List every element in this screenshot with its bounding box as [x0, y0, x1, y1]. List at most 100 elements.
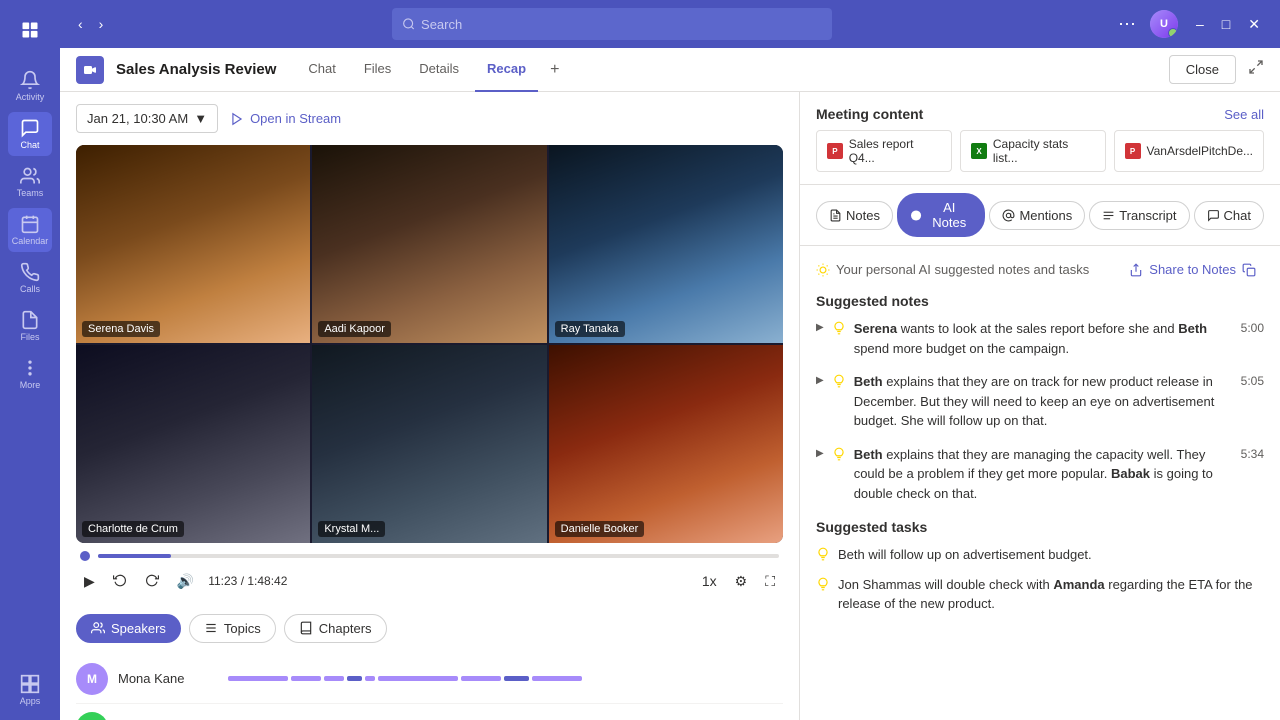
search-bar[interactable] [392, 8, 832, 40]
see-all-button[interactable]: See all [1224, 107, 1264, 122]
notes-tab-ai[interactable]: AI Notes [897, 193, 986, 237]
rewind-button[interactable] [109, 569, 131, 594]
note-expand-1[interactable]: ▶ [816, 322, 824, 333]
video-cell-ray: Ray Tanaka [549, 145, 783, 343]
pptx-icon: P [1125, 143, 1141, 159]
app-logo[interactable] [8, 8, 52, 52]
pop-out-button[interactable] [1248, 59, 1264, 80]
share-notes-label: Share to Notes [1149, 262, 1236, 277]
chapters-tab-label: Chapters [319, 621, 372, 636]
sidebar-item-label: Chat [20, 140, 39, 150]
sidebar-item-activity[interactable]: Activity [8, 64, 52, 108]
bar-7 [461, 676, 501, 681]
sidebar-item-calendar[interactable]: Calendar [8, 208, 52, 252]
sidebar-item-chat[interactable]: Chat [8, 112, 52, 156]
note-expand-2[interactable]: ▶ [816, 375, 824, 386]
task-text-2: Jon Shammas will double check with Amand… [838, 575, 1264, 614]
video-cell-aadi: Aadi Kapoor [312, 145, 546, 343]
ppt-icon: P [827, 143, 843, 159]
chapters-tab[interactable]: Chapters [284, 614, 387, 643]
file-chip-capacity[interactable]: X Capacity stats list... [960, 130, 1105, 172]
sidebar-item-teams[interactable]: Teams [8, 160, 52, 204]
chat-icon [1207, 209, 1220, 222]
note-text-1: Serena wants to look at the sales report… [854, 319, 1233, 358]
bar-6 [378, 676, 458, 681]
note-bulb-3 [832, 447, 846, 461]
note-bulb-1 [832, 321, 846, 335]
file-label-sales: Sales report Q4... [849, 137, 941, 165]
bar-9 [532, 676, 582, 681]
top-bar-left: ‹ › [72, 12, 109, 36]
tab-bar: Sales Analysis Review Chat Files Details… [60, 48, 1280, 92]
fullscreen-button[interactable]: ⛶ [761, 569, 779, 594]
speaker-bars-mona [228, 676, 783, 681]
tab-details[interactable]: Details [407, 48, 471, 92]
meeting-content-label: Meeting content [816, 106, 923, 122]
note-item-3: ▶ Beth explains that they are managing t… [816, 445, 1264, 504]
bulb-icon [816, 263, 830, 277]
date-selector: Jan 21, 10:30 AM ▼ Open in Stream [76, 104, 783, 133]
speaker-row-babak[interactable]: B Babak Shammas [76, 704, 783, 720]
sidebar-item-files[interactable]: Files [8, 304, 52, 348]
task-text-1: Beth will follow up on advertisement bud… [838, 545, 1092, 565]
topics-tab[interactable]: Topics [189, 614, 276, 643]
close-button[interactable]: Close [1169, 55, 1236, 84]
maximize-button[interactable]: □ [1214, 12, 1238, 37]
chat-tab-label: Chat [1224, 208, 1251, 223]
add-tab-button[interactable]: + [542, 57, 567, 83]
bar-8 [504, 676, 529, 681]
tab-chat[interactable]: Chat [296, 48, 347, 92]
sidebar-item-label: Apps [20, 696, 41, 706]
speaker-name-mona: Mona Kane [118, 671, 218, 686]
top-bar-right: ⋯ U – □ ✕ [1114, 10, 1268, 39]
note-expand-3[interactable]: ▶ [816, 448, 824, 459]
speaker-row-mona[interactable]: M Mona Kane [76, 655, 783, 704]
notes-tab-notes[interactable]: Notes [816, 201, 893, 230]
tab-files[interactable]: Files [352, 48, 403, 92]
stream-icon [230, 112, 244, 126]
volume-button[interactable]: 🔊 [173, 569, 198, 594]
minimize-button[interactable]: – [1188, 12, 1212, 37]
note-item-2: ▶ Beth explains that they are on track f… [816, 372, 1264, 431]
close-window-button[interactable]: ✕ [1240, 12, 1268, 37]
task-bulb-2 [816, 577, 830, 591]
mentions-tab-label: Mentions [1019, 208, 1072, 223]
speakers-icon [91, 621, 105, 635]
copy-icon [1242, 263, 1256, 277]
notes-tab-mentions[interactable]: Mentions [989, 201, 1085, 230]
more-options-icon[interactable]: ⋯ [1114, 10, 1140, 39]
transcript-tab-label: Transcript [1119, 208, 1176, 223]
date-selector-button[interactable]: Jan 21, 10:30 AM ▼ [76, 104, 218, 133]
avatar[interactable]: U [1150, 10, 1178, 38]
content-area: Jan 21, 10:30 AM ▼ Open in Stream Serena… [60, 92, 1280, 720]
nav-forward-button[interactable]: › [93, 12, 110, 36]
date-value: Jan 21, 10:30 AM [87, 111, 188, 126]
sidebar-item-more[interactable]: More [8, 352, 52, 396]
tab-recap[interactable]: Recap [475, 48, 538, 92]
meeting-title: Sales Analysis Review [116, 61, 276, 78]
task-item-2: Jon Shammas will double check with Amand… [816, 575, 1264, 614]
forward-button[interactable] [141, 569, 163, 594]
note-time-1: 5:00 [1241, 321, 1264, 335]
open-stream-button[interactable]: Open in Stream [230, 111, 341, 126]
sidebar-item-apps[interactable]: Apps [8, 668, 52, 712]
progress-bar[interactable] [98, 554, 779, 558]
participant-name-charlotte: Charlotte de Crum [82, 521, 184, 537]
nav-back-button[interactable]: ‹ [72, 12, 89, 36]
video-cell-serena: Serena Davis [76, 145, 310, 343]
bar-1 [228, 676, 288, 681]
speakers-tab[interactable]: Speakers [76, 614, 181, 643]
video-controls: ▶ 🔊 11:23 / 1:48:42 1x ⚙ ⛶ [76, 543, 783, 602]
meeting-icon [76, 56, 104, 84]
settings-button[interactable]: ⚙ [731, 569, 752, 594]
notes-tab-chat[interactable]: Chat [1194, 201, 1264, 230]
note-text-3: Beth explains that they are managing the… [854, 445, 1233, 504]
file-chip-sales[interactable]: P Sales report Q4... [816, 130, 952, 172]
share-notes-button[interactable]: Share to Notes [1121, 258, 1264, 281]
play-button[interactable]: ▶ [80, 569, 99, 594]
file-chip-vanarshdel[interactable]: P VanArsdelPitchDe... [1114, 130, 1265, 172]
search-input[interactable] [421, 17, 822, 32]
speed-button[interactable]: 1x [698, 569, 721, 593]
notes-tab-transcript[interactable]: Transcript [1089, 201, 1189, 230]
sidebar-item-calls[interactable]: Calls [8, 256, 52, 300]
